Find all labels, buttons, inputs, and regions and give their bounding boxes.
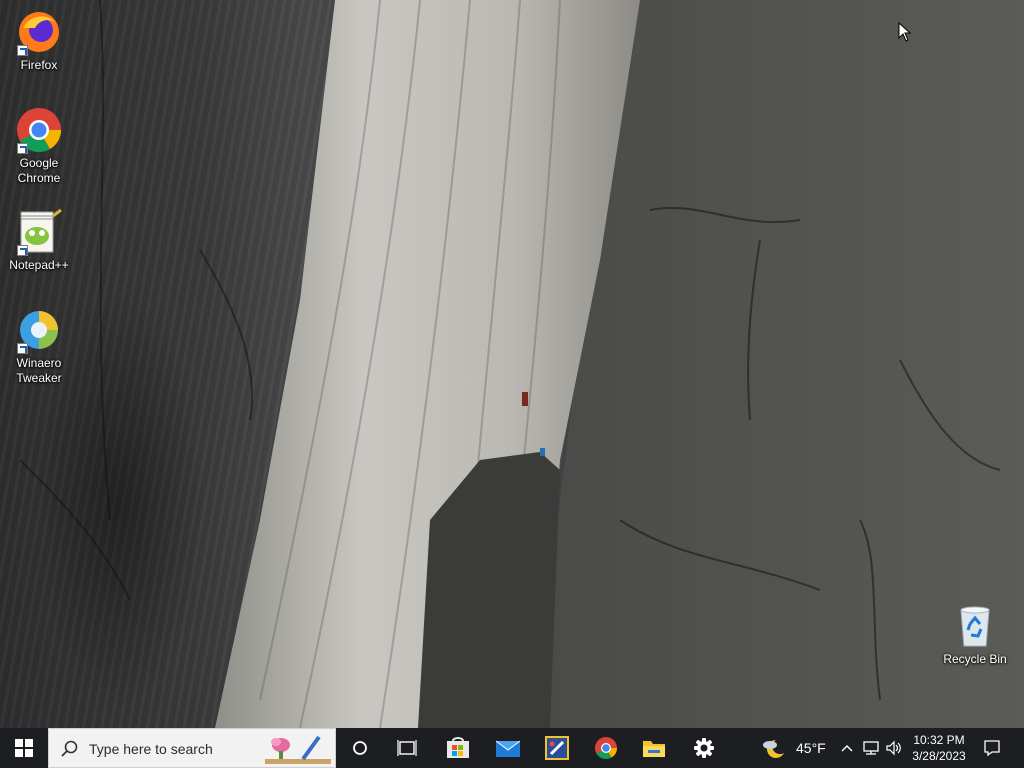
taskbar-settings[interactable] [684, 728, 724, 768]
taskbar: Type here to search 45°F 10:32 PM 3/28/2… [0, 728, 1024, 768]
winaero-tweaker-icon [15, 306, 63, 354]
weather-moon-cloud-icon [763, 739, 784, 758]
desktop-icon-recycle-bin[interactable]: Recycle Bin [938, 602, 1012, 667]
chrome-icon [15, 106, 63, 154]
desktop-icon-firefox[interactable]: Firefox [2, 8, 76, 73]
task-view-button[interactable] [386, 728, 428, 768]
volume-button[interactable] [884, 728, 904, 768]
settings-icon [694, 738, 714, 758]
desktop-icon-label: Recycle Bin [943, 652, 1007, 666]
weather-temperature: 45°F [796, 740, 826, 756]
desktop-icon-label: Google Chrome [17, 156, 61, 185]
chevron-up-icon [841, 745, 853, 752]
desktop-icon-label: Notepad++ [9, 258, 69, 272]
desktop-icon-notepad-plus-plus[interactable]: Notepad++ [2, 208, 76, 273]
search-icon [61, 740, 78, 757]
network-icon [863, 741, 879, 755]
desktop-icon-google-chrome[interactable]: Google Chrome [2, 106, 76, 186]
search-highlight-illustration [265, 735, 331, 764]
mail-icon [495, 740, 521, 757]
microsoft-store-icon [447, 737, 469, 758]
action-center-button[interactable] [980, 728, 1004, 768]
taskbar-search-box[interactable]: Type here to search [48, 728, 336, 768]
notepad-plus-plus-icon [15, 208, 63, 256]
taskbar-paint-app[interactable] [537, 728, 577, 768]
clock-time: 10:32 PM [913, 733, 965, 747]
chrome-icon [595, 737, 617, 759]
paint-app-icon [545, 736, 569, 760]
recycle-bin-icon [951, 602, 999, 650]
clock-date: 3/28/2023 [912, 749, 966, 763]
taskbar-file-explorer[interactable] [634, 728, 674, 768]
desktop-icon-winaero-tweaker[interactable]: Winaero Tweaker [2, 306, 76, 386]
taskbar-microsoft-store[interactable] [438, 728, 478, 768]
desktop-icon-label: Firefox [20, 58, 58, 72]
file-explorer-icon [643, 741, 665, 757]
notifications-icon [984, 740, 1000, 757]
network-button[interactable] [860, 728, 882, 768]
desktop-wallpaper: Firefox Google Chrome Notepad++ Winaero … [0, 0, 1024, 728]
wallpaper-cliff [19, 0, 1024, 728]
cortana-button[interactable] [340, 728, 380, 768]
desktop-icon-label: Winaero Tweaker [16, 356, 62, 385]
mouse-pointer-icon [898, 22, 912, 42]
volume-icon [886, 740, 901, 756]
show-hidden-icons-button[interactable] [838, 728, 856, 768]
firefox-icon [15, 8, 63, 56]
taskbar-mail[interactable] [488, 728, 528, 768]
task-view-icon [397, 740, 417, 756]
cortana-icon [353, 741, 367, 755]
windows-logo-icon [15, 739, 33, 757]
taskbar-clock[interactable]: 10:32 PM 3/28/2023 [906, 732, 972, 764]
taskbar-chrome[interactable] [586, 728, 626, 768]
start-button[interactable] [0, 728, 48, 768]
search-placeholder: Type here to search [89, 741, 213, 757]
